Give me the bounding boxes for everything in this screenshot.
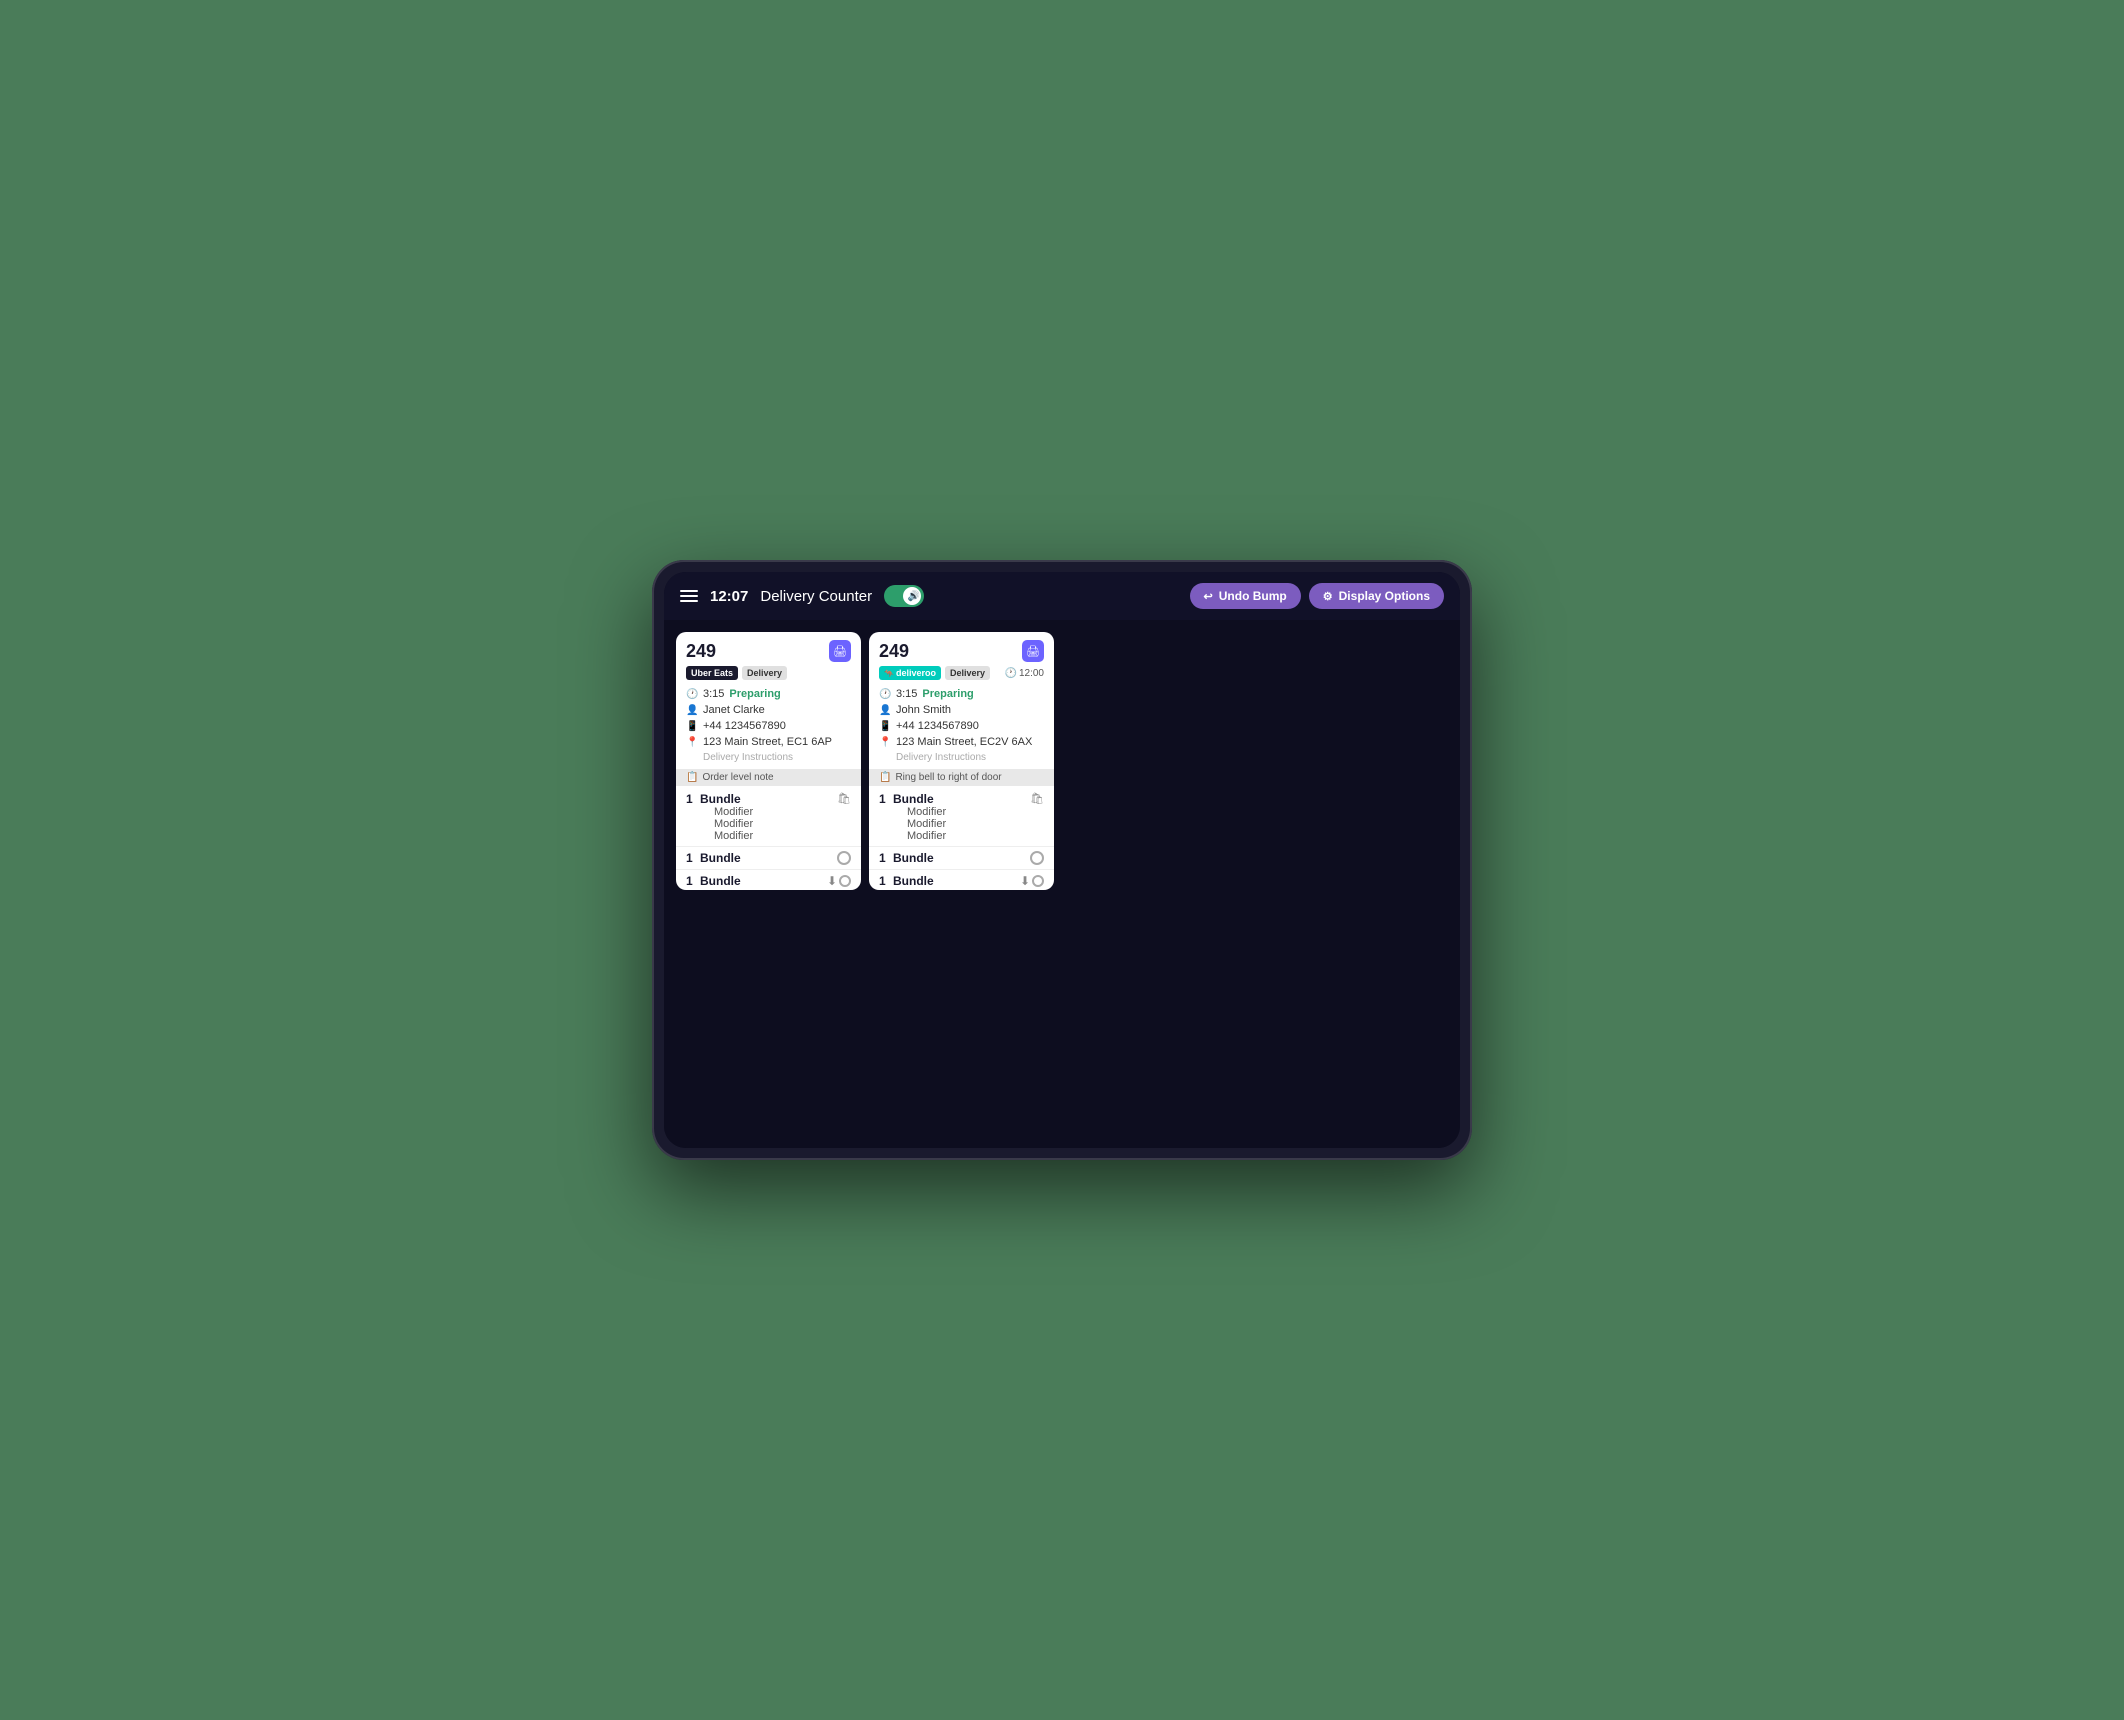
note-icon-2: 📋 [879, 772, 891, 783]
header-title: Delivery Counter [760, 588, 872, 605]
item-name-2-1: Bundle [893, 851, 1026, 865]
order-time-1: 3:15 [703, 688, 724, 700]
order-note-1: 📋 Order level note [676, 769, 861, 786]
location-icon-1: 📍 [686, 737, 698, 748]
note-icon-1: 📋 [686, 772, 698, 783]
phone-row-1: 📱 +44 1234567890 [676, 718, 861, 734]
undo-bump-button[interactable]: ↩ Undo Bump [1190, 583, 1301, 609]
item-name-2-2: Bundle [893, 874, 1016, 888]
display-options-button[interactable]: ⚙ Display Options [1309, 583, 1444, 609]
note-text-1: Order level note [702, 772, 773, 783]
phone-icon-2: 📱 [879, 721, 891, 732]
item-name-2-0: Bundle [893, 792, 934, 806]
badges-row-2: 🦘 deliveroo Delivery 🕐 12:00 [869, 666, 1054, 686]
item-bag-icon-2-0: 🛍 [1030, 792, 1044, 805]
address-2: 123 Main Street, EC2V 6AX [896, 736, 1032, 748]
tablet-device: 12:07 Delivery Counter 🔊 ↩ Undo Bump ⚙ D… [652, 560, 1472, 1160]
order-number-2: 249 [879, 641, 909, 662]
customer-name-2: John Smith [896, 704, 951, 716]
item-row-2-0: 1 Bundle Modifier Modifier Modifier 🛍 [869, 790, 1054, 844]
customer-row-1: 👤 Janet Clarke [676, 702, 861, 718]
header-right: ↩ Undo Bump ⚙ Display Options [1190, 583, 1444, 609]
address-row-1: 📍 123 Main Street, EC1 6AP [676, 734, 861, 750]
circle-icon-1-1 [837, 851, 851, 865]
delivery-instructions-label-1: Delivery Instructions [686, 752, 793, 763]
modifier-2-0-2: Modifier [893, 830, 1026, 842]
card-header-2: 249 🖨 [869, 632, 1054, 666]
header-time: 12:07 [710, 588, 748, 605]
main-content: 249 🖨 Uber Eats Delivery 🕐 3:15 Preparin… [664, 620, 1460, 1148]
divider-1-2 [676, 869, 861, 870]
item-row-1-2: 1 Bundle ⬇ [676, 872, 861, 890]
divider-1-1 [676, 846, 861, 847]
divider-2-2 [869, 869, 1054, 870]
phone-row-2: 📱 +44 1234567890 [869, 718, 1054, 734]
modifier-1-0-1: Modifier [700, 818, 833, 830]
header-left: 12:07 Delivery Counter 🔊 [680, 585, 1178, 607]
platform-badge-2: 🦘 deliveroo [879, 666, 941, 680]
download-circle-icon-2-2: ⬇ [1020, 874, 1044, 888]
item-name-1-0: Bundle [700, 792, 741, 806]
delivery-badge-1: Delivery [742, 666, 787, 680]
sound-toggle[interactable]: 🔊 [884, 585, 924, 607]
download-circle-icon-1-2: ⬇ [827, 874, 851, 888]
phone-icon-1: 📱 [686, 721, 698, 732]
clock-icon-1: 🕐 [686, 689, 698, 700]
time-status-row-1: 🕐 3:15 Preparing [676, 686, 861, 702]
customer-name-1: Janet Clarke [703, 704, 765, 716]
order-note-2: 📋 Ring bell to right of door [869, 769, 1054, 786]
modifier-2-0-1: Modifier [893, 818, 1026, 830]
clock-icon-2: 🕐 [879, 689, 891, 700]
time-status-row-2: 🕐 3:15 Preparing [869, 686, 1054, 702]
badges-row-1: Uber Eats Delivery [676, 666, 861, 686]
location-icon-2: 📍 [879, 737, 891, 748]
display-options-label: Display Options [1339, 589, 1430, 603]
modifier-2-0-0: Modifier [893, 806, 1026, 818]
divider-2-1 [869, 846, 1054, 847]
undo-icon: ↩ [1204, 590, 1213, 603]
order-time-2: 3:15 [896, 688, 917, 700]
modifier-1-0-0: Modifier [700, 806, 833, 818]
address-row-2: 📍 123 Main Street, EC2V 6AX [869, 734, 1054, 750]
customer-row-2: 👤 John Smith [869, 702, 1054, 718]
phone-2: +44 1234567890 [896, 720, 979, 732]
gear-icon: ⚙ [1323, 590, 1333, 603]
item-row-1-0: 1 Bundle Modifier Modifier Modifier 🛍 [676, 790, 861, 844]
order-card-2: 249 🖨 🦘 deliveroo Delivery 🕐 12:00 🕐 3:1 [869, 632, 1054, 890]
circle-icon-2-1 [1030, 851, 1044, 865]
modifier-1-0-2: Modifier [700, 830, 833, 842]
order-status-1: Preparing [729, 688, 780, 700]
menu-icon[interactable] [680, 590, 698, 602]
print-button-2[interactable]: 🖨 [1022, 640, 1044, 662]
delivery-instructions-2: Delivery Instructions [869, 750, 1054, 765]
delivery-instructions-1: Delivery Instructions [676, 750, 861, 765]
item-row-1-1: 1 Bundle [676, 849, 861, 867]
deliveroo-logo: 🦘 [884, 669, 894, 678]
item-name-1-1: Bundle [700, 851, 833, 865]
app-header: 12:07 Delivery Counter 🔊 ↩ Undo Bump ⚙ D… [664, 572, 1460, 620]
undo-bump-label: Undo Bump [1219, 589, 1287, 603]
scheduled-time-2: 🕐 12:00 [1005, 668, 1044, 679]
order-card-1: 249 🖨 Uber Eats Delivery 🕐 3:15 Preparin… [676, 632, 861, 890]
address-1: 123 Main Street, EC1 6AP [703, 736, 832, 748]
item-row-2-1: 1 Bundle [869, 849, 1054, 867]
item-row-2-2: 1 Bundle ⬇ [869, 872, 1054, 890]
delivery-instructions-label-2: Delivery Instructions [879, 752, 986, 763]
item-bag-icon-1-0: 🛍 [837, 792, 851, 805]
note-text-2: Ring bell to right of door [895, 772, 1001, 783]
card-header-1: 249 🖨 [676, 632, 861, 666]
order-status-2: Preparing [922, 688, 973, 700]
tablet-screen: 12:07 Delivery Counter 🔊 ↩ Undo Bump ⚙ D… [664, 572, 1460, 1148]
print-button-1[interactable]: 🖨 [829, 640, 851, 662]
phone-1: +44 1234567890 [703, 720, 786, 732]
person-icon-1: 👤 [686, 705, 698, 716]
item-name-1-2: Bundle [700, 874, 823, 888]
order-number-1: 249 [686, 641, 716, 662]
delivery-badge-2: Delivery [945, 666, 990, 680]
person-icon-2: 👤 [879, 705, 891, 716]
platform-badge-1: Uber Eats [686, 666, 738, 680]
